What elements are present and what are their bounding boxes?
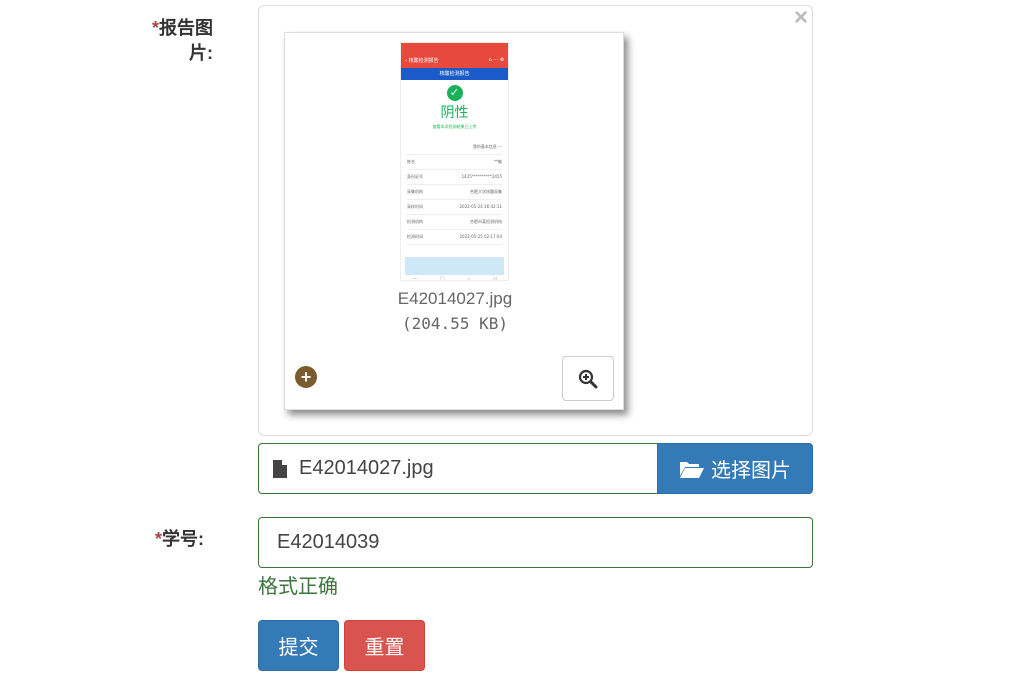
phone-info-row: 检测时间 2022-05-25 02:17:04: [407, 230, 502, 245]
browse-image-button[interactable]: 选择图片: [657, 443, 813, 494]
phone-info-value: 合肥市某检测机构: [470, 219, 502, 224]
preview-file-size: (204.55 KB): [402, 314, 508, 333]
phone-app-header: ‹ 核酸检测报告 ⌂ ⋯ ⊗: [401, 54, 508, 68]
student-id-input[interactable]: [258, 517, 813, 568]
phone-info-value: 2022-05-24 16:42:11: [459, 204, 502, 209]
submit-button[interactable]: 提交: [258, 620, 339, 671]
phone-info-key: 检测时间: [407, 234, 423, 239]
phone-app-title: 核酸检测报告: [408, 58, 439, 64]
preview-file-name: E42014027.jpg: [397, 289, 513, 308]
phone-info-value: **敏: [494, 159, 502, 164]
file-caption-field[interactable]: E42014027.jpg: [258, 443, 657, 494]
phone-info-key: 采样时间: [407, 204, 423, 209]
plus-circle-icon[interactable]: +: [295, 366, 317, 388]
phone-info-value: 我的基本信息 ···: [472, 144, 502, 149]
report-image-label: *报告图片:: [145, 16, 213, 66]
reset-button[interactable]: 重置: [344, 620, 425, 671]
preview-thumbnail-frame: ‹ 核酸检测报告 ⌂ ⋯ ⊗ 核酸检测报告 ✓ 阴性 查看本次检测结果已上传 我的…: [284, 32, 624, 410]
phone-info-row: 我的基本信息 ···: [407, 140, 502, 155]
phone-info-key: 采集机构: [407, 189, 423, 194]
phone-info-row: 检测机构 合肥市某检测机构: [407, 215, 502, 230]
phone-info-value: 合肥大学核酸采集: [470, 189, 502, 194]
phone-info-rows: 我的基本信息 ··· 姓名 **敏身份证号 1425**********2455 采集机…: [401, 140, 508, 245]
folder-open-icon: [680, 461, 704, 478]
phone-result-note: 查看本次检测结果已上传: [432, 124, 477, 129]
report-image-label-text: 报告图片:: [159, 18, 213, 63]
file-input-group: E42014027.jpg 选择图片: [258, 443, 813, 494]
close-icon[interactable]: ×: [794, 4, 808, 32]
required-mark: *: [151, 18, 159, 38]
check-icon: ✓: [446, 85, 463, 101]
phone-result: 阴性: [440, 105, 469, 121]
phone-status-bar: [401, 43, 508, 54]
phone-info-row: 身份证号 1425**********2455: [407, 170, 502, 185]
phone-bottom-nav: — ▢ ○ ◁: [412, 276, 497, 281]
file-icon: [273, 459, 287, 478]
preview-image[interactable]: ‹ 核酸检测报告 ⌂ ⋯ ⊗ 核酸检测报告 ✓ 阴性 查看本次检测结果已上传 我的…: [400, 42, 509, 281]
validation-message: 格式正确: [258, 576, 338, 598]
phone-notice: [405, 257, 504, 275]
phone-info-row: 采集机构 合肥大学核酸采集: [407, 185, 502, 200]
phone-info-row: 采样时间 2022-05-24 16:42:11: [407, 200, 502, 215]
browse-image-label: 选择图片: [711, 460, 791, 482]
file-caption-text: E42014027.jpg: [299, 457, 434, 479]
student-id-label: *学号:: [140, 527, 204, 552]
phone-nav-title: 核酸检测报告: [401, 68, 508, 80]
zoom-button[interactable]: [562, 356, 614, 401]
phone-info-key: 身份证号: [407, 174, 423, 179]
student-id-label-text: 学号:: [162, 529, 204, 549]
zoom-in-icon: [578, 369, 598, 388]
required-mark: *: [154, 529, 162, 549]
phone-info-value: 1425**********2455: [461, 174, 502, 179]
phone-info-row: 姓名 **敏: [407, 155, 502, 170]
phone-info-value: 2022-05-25 02:17:04: [459, 234, 502, 239]
phone-info-key: 姓名: [407, 159, 415, 164]
image-preview-box: × ‹ 核酸检测报告 ⌂ ⋯ ⊗ 核酸检测报告 ✓ 阴性 查看本次检测结果已上传 …: [258, 4, 813, 436]
phone-info-key: 检测机构: [407, 219, 423, 224]
